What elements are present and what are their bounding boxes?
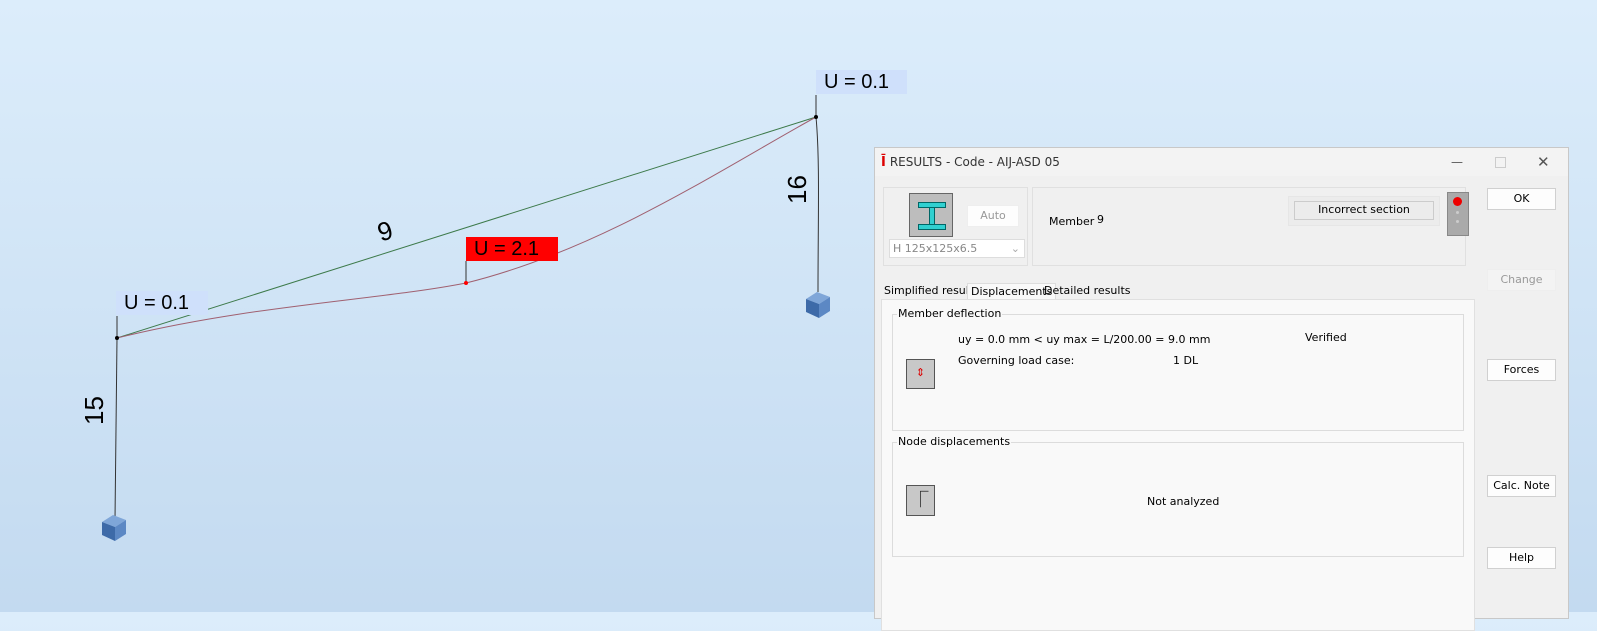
section-value: H 125x125x6.5: [893, 242, 978, 255]
member-number: 16: [781, 175, 812, 204]
load-case-value: 1 DL: [1173, 354, 1199, 367]
help-button[interactable]: Help: [1487, 547, 1556, 569]
ok-button[interactable]: OK: [1487, 188, 1556, 210]
chevron-down-icon: ⌄: [1010, 242, 1020, 255]
node-result: Not analyzed: [1147, 495, 1220, 508]
support-cube-icon: [102, 515, 126, 541]
deflection-formula: uy = 0.0 mm < uy max = L/200.00 = 9.0 mm: [958, 333, 1211, 346]
section-select[interactable]: H 125x125x6.5 ⌄: [889, 239, 1025, 258]
tab-detailed-results[interactable]: Detailed results: [1041, 283, 1134, 299]
column-member-16[interactable]: [815, 116, 819, 293]
status-text: Incorrect section: [1294, 201, 1434, 220]
section-shape-icon[interactable]: [909, 193, 953, 237]
app-icon: Ī: [881, 154, 886, 170]
member-label: Member: [1049, 215, 1095, 228]
utilization-label: U = 0.1: [116, 291, 208, 315]
status-frame: Incorrect section: [1288, 196, 1440, 226]
tab-content: Member deflection uy = 0.0 mm < uy max =…: [881, 299, 1475, 631]
beam-member-9[interactable]: [116, 116, 817, 339]
utilization-label: U = 0.1: [816, 70, 907, 94]
title-bar: Ī RESULTS - Code - AIJ-ASD 05 — ✕: [875, 148, 1568, 176]
close-button[interactable]: ✕: [1537, 153, 1550, 171]
minimize-button[interactable]: —: [1451, 155, 1463, 169]
change-button[interactable]: Change: [1487, 269, 1556, 291]
results-dialog: Ī RESULTS - Code - AIJ-ASD 05 — ✕ Auto H…: [874, 147, 1569, 631]
member-number: 15: [78, 396, 109, 425]
section-panel: Auto H 125x125x6.5 ⌄: [883, 187, 1028, 266]
support-cube-icon: [806, 292, 830, 318]
node[interactable]: [115, 336, 119, 340]
verification-status: Verified: [1305, 331, 1347, 344]
utilization-label-failed: U = 2.1: [466, 237, 558, 261]
node[interactable]: [814, 115, 818, 119]
member-deflection-group: Member deflection uy = 0.0 mm < uy max =…: [892, 307, 1464, 431]
max-deflection-point: [464, 281, 468, 285]
auto-button[interactable]: Auto: [967, 205, 1019, 227]
maximize-button[interactable]: [1495, 156, 1506, 168]
member-value: 9: [1097, 213, 1104, 226]
group-title: Node displacements: [897, 435, 1012, 448]
member-panel: Member 9 Incorrect section: [1032, 187, 1469, 266]
deflection-diagram-icon[interactable]: ⇕: [906, 359, 935, 389]
load-case-label: Governing load case:: [958, 354, 1075, 367]
calc-note-button[interactable]: Calc. Note: [1487, 475, 1556, 497]
column-member-15[interactable]: [114, 337, 118, 521]
node-diagram-icon[interactable]: ⎾: [906, 485, 935, 516]
dialog-title: RESULTS - Code - AIJ-ASD 05: [889, 155, 1060, 169]
node-displacements-group: Node displacements Not analyzed ⎾: [892, 435, 1464, 557]
forces-button[interactable]: Forces: [1487, 359, 1556, 381]
group-title: Member deflection: [897, 307, 1003, 320]
traffic-light-icon: [1447, 192, 1469, 236]
